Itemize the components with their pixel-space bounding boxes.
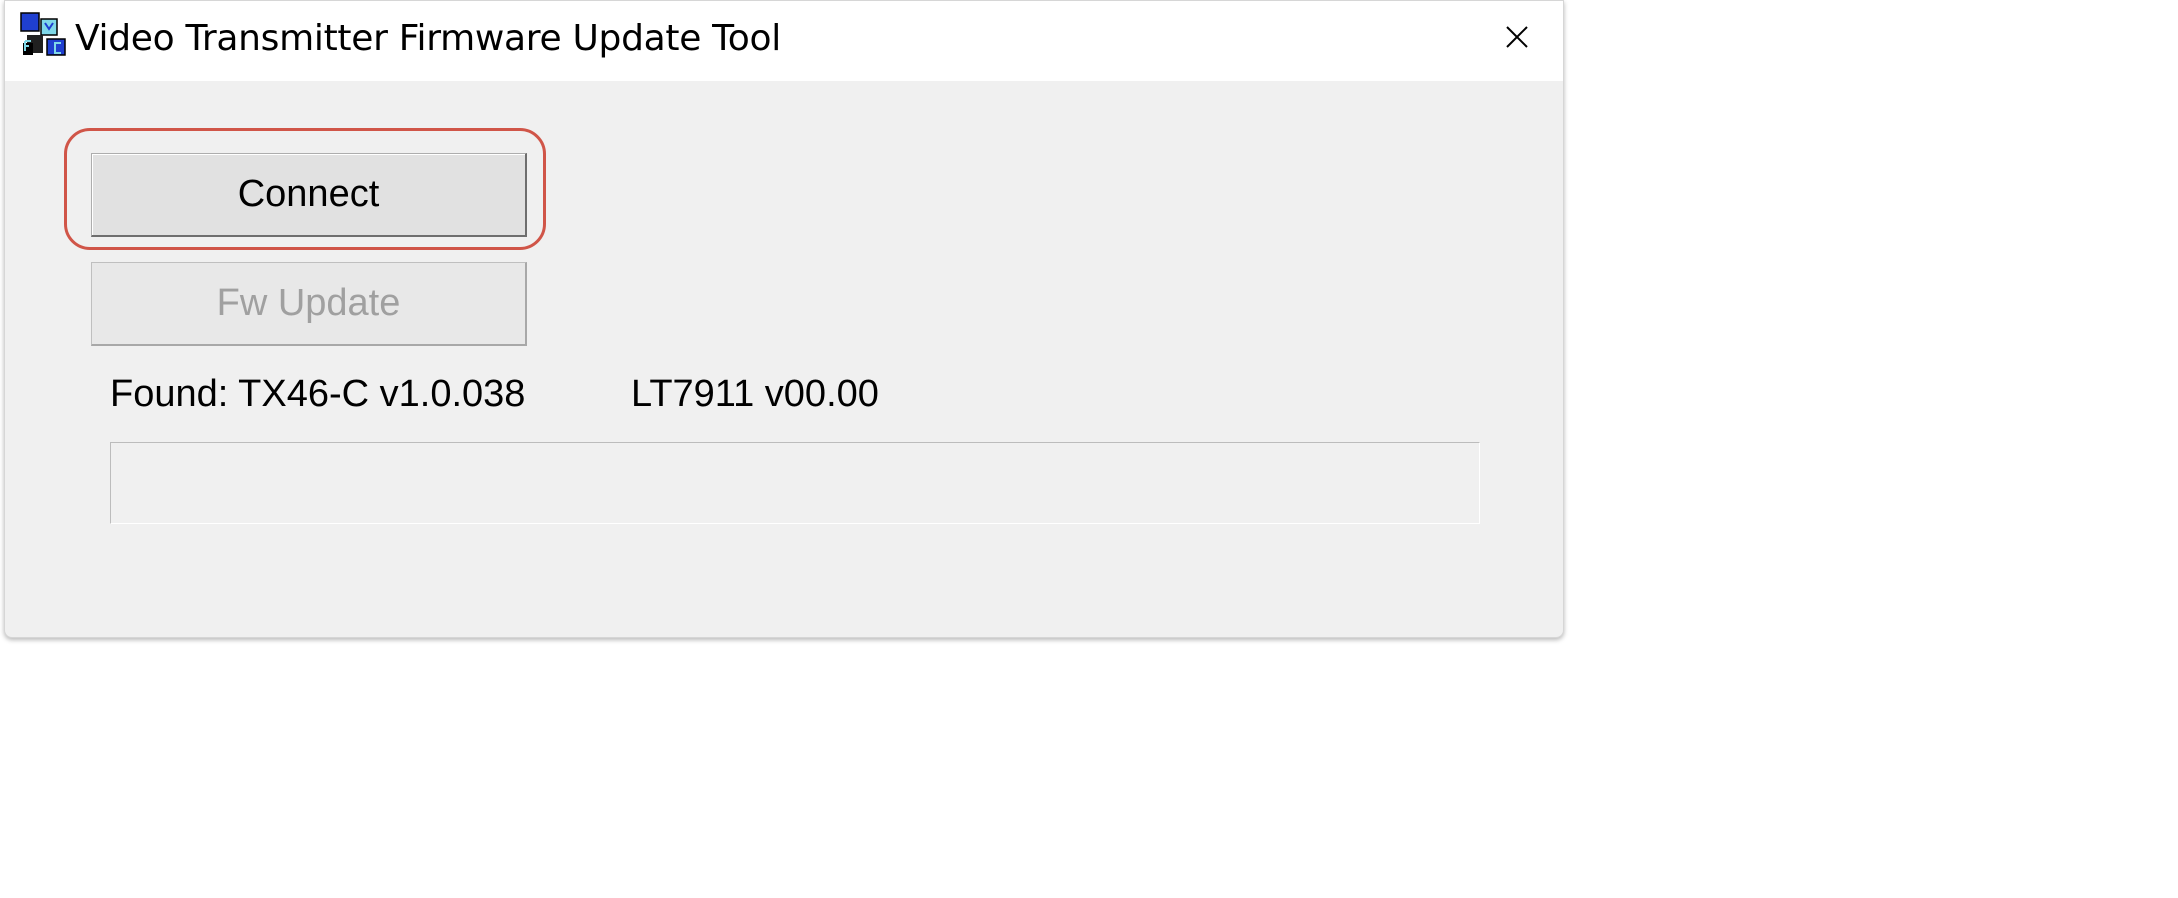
chip-version-label: LT7911 v00.00 xyxy=(631,373,879,415)
title-bar[interactable]: Video Transmitter Firmware Update Tool xyxy=(5,1,1563,81)
progress-bar xyxy=(110,442,1480,524)
app-window: Video Transmitter Firmware Update Tool C… xyxy=(4,0,1564,638)
close-button[interactable] xyxy=(1471,1,1563,73)
connect-button[interactable]: Connect xyxy=(91,153,527,237)
close-icon xyxy=(1506,26,1528,48)
mfc-app-icon xyxy=(20,12,66,56)
window-title: Video Transmitter Firmware Update Tool xyxy=(75,18,781,59)
fw-update-button[interactable]: Fw Update xyxy=(91,262,527,346)
device-found-label: Found: TX46-C v1.0.038 xyxy=(110,373,526,415)
